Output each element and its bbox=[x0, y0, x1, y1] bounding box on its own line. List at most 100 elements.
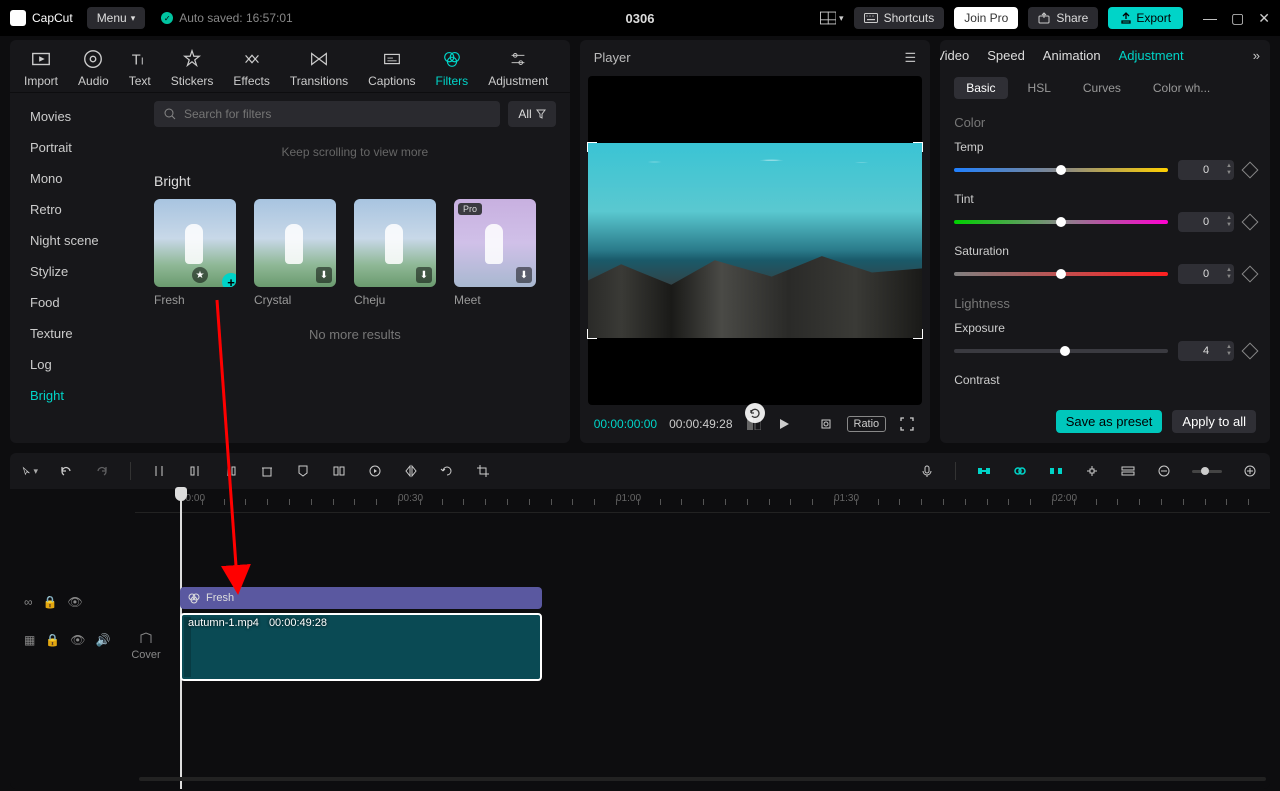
category-bright[interactable]: Bright bbox=[10, 380, 140, 411]
track-visible-icon[interactable]: 👁 bbox=[68, 595, 83, 609]
join-pro-button[interactable]: Join Pro bbox=[954, 7, 1018, 29]
mic-icon[interactable] bbox=[919, 463, 935, 479]
inspector-tab-adjustment[interactable]: Adjustment bbox=[1119, 48, 1184, 63]
redo-icon[interactable] bbox=[94, 463, 110, 479]
track-lock-icon[interactable]: 🔒 bbox=[45, 633, 60, 647]
track-link-icon[interactable]: ∞ bbox=[24, 595, 33, 609]
filter-meet[interactable]: Pro⬇ Meet bbox=[454, 199, 536, 307]
tab-audio[interactable]: Audio bbox=[78, 48, 109, 88]
video-preview[interactable] bbox=[588, 76, 923, 405]
delete-icon[interactable] bbox=[259, 463, 275, 479]
temp-slider[interactable] bbox=[954, 168, 1168, 172]
crop-icon[interactable] bbox=[817, 415, 835, 433]
menu-button[interactable]: Menu ▾ bbox=[87, 7, 146, 29]
category-movies[interactable]: Movies bbox=[10, 101, 140, 132]
search-box[interactable] bbox=[154, 101, 500, 127]
category-night-scene[interactable]: Night scene bbox=[10, 225, 140, 256]
fullscreen-icon[interactable] bbox=[898, 415, 916, 433]
freeze-icon[interactable] bbox=[331, 463, 347, 479]
subtab-curves[interactable]: Curves bbox=[1071, 77, 1133, 99]
preview-icon[interactable] bbox=[1048, 463, 1064, 479]
saturation-reset[interactable] bbox=[1242, 266, 1259, 283]
tint-slider[interactable] bbox=[954, 220, 1168, 224]
zoom-in-icon[interactable] bbox=[1242, 463, 1258, 479]
rotate-icon[interactable] bbox=[439, 463, 455, 479]
maximize-button[interactable]: ▢ bbox=[1231, 10, 1244, 27]
timeline-tracks[interactable]: 00:00 00:30 01:00 01:30 02:00 Fresh autu… bbox=[135, 489, 1270, 789]
tab-transitions[interactable]: Transitions bbox=[290, 48, 348, 88]
project-title[interactable]: 0306 bbox=[626, 11, 655, 26]
category-portrait[interactable]: Portrait bbox=[10, 132, 140, 163]
zoom-slider[interactable] bbox=[1192, 463, 1222, 479]
category-mono[interactable]: Mono bbox=[10, 163, 140, 194]
select-tool-icon[interactable]: ▾ bbox=[22, 463, 38, 479]
temp-reset[interactable] bbox=[1242, 162, 1259, 179]
split-icon[interactable] bbox=[151, 463, 167, 479]
category-texture[interactable]: Texture bbox=[10, 318, 140, 349]
mirror-icon[interactable] bbox=[403, 463, 419, 479]
filter-all-button[interactable]: All bbox=[508, 101, 555, 127]
tab-text[interactable]: TIText bbox=[129, 48, 151, 88]
exposure-value[interactable]: 4▲▼ bbox=[1178, 341, 1234, 361]
category-stylize[interactable]: Stylize bbox=[10, 256, 140, 287]
share-button[interactable]: Share bbox=[1028, 7, 1098, 29]
track-layout-icon[interactable]: ▦ bbox=[24, 633, 35, 647]
track-expand-icon[interactable] bbox=[1084, 463, 1100, 479]
exposure-slider[interactable] bbox=[954, 349, 1168, 353]
saturation-slider[interactable] bbox=[954, 272, 1168, 276]
subtab-hsl[interactable]: HSL bbox=[1016, 77, 1063, 99]
tab-adjustment[interactable]: Adjustment bbox=[488, 48, 548, 88]
filter-crystal[interactable]: ⬇ Crystal bbox=[254, 199, 336, 307]
play-button[interactable] bbox=[775, 415, 793, 433]
category-log[interactable]: Log bbox=[10, 349, 140, 380]
tab-stickers[interactable]: Stickers bbox=[171, 48, 214, 88]
tab-effects[interactable]: Effects bbox=[233, 48, 269, 88]
add-filter-button[interactable]: + bbox=[222, 273, 236, 287]
speed-icon[interactable] bbox=[367, 463, 383, 479]
subtab-basic[interactable]: Basic bbox=[954, 77, 1007, 99]
trim-left-icon[interactable] bbox=[187, 463, 203, 479]
export-button[interactable]: Export bbox=[1108, 7, 1183, 29]
download-icon[interactable]: ⬇ bbox=[516, 267, 532, 283]
filter-clip[interactable]: Fresh bbox=[180, 587, 542, 609]
tint-reset[interactable] bbox=[1242, 214, 1259, 231]
timeline-ruler[interactable]: 00:00 00:30 01:00 01:30 02:00 bbox=[135, 489, 1270, 513]
magnet-icon[interactable] bbox=[976, 463, 992, 479]
apply-all-button[interactable]: Apply to all bbox=[1172, 410, 1256, 433]
zoom-out-icon[interactable] bbox=[1156, 463, 1172, 479]
download-icon[interactable]: ⬇ bbox=[316, 267, 332, 283]
filter-cheju[interactable]: ⬇ Cheju bbox=[354, 199, 436, 307]
temp-value[interactable]: 0▲▼ bbox=[1178, 160, 1234, 180]
favorite-icon[interactable]: ★ bbox=[192, 267, 208, 283]
inspector-more-icon[interactable]: » bbox=[1253, 48, 1260, 63]
tab-import[interactable]: Import bbox=[24, 48, 58, 88]
track-lock-icon[interactable]: 🔒 bbox=[43, 595, 58, 609]
track-visible-icon[interactable]: 👁 bbox=[70, 633, 85, 647]
close-button[interactable]: ✕ bbox=[1258, 10, 1270, 27]
ratio-button[interactable]: Ratio bbox=[847, 416, 887, 432]
filter-fresh[interactable]: ★ + Fresh bbox=[154, 199, 236, 307]
tint-value[interactable]: 0▲▼ bbox=[1178, 212, 1234, 232]
trim-right-icon[interactable] bbox=[223, 463, 239, 479]
save-preset-button[interactable]: Save as preset bbox=[1056, 410, 1163, 433]
inspector-tab-animation[interactable]: Animation bbox=[1043, 48, 1101, 63]
download-icon[interactable]: ⬇ bbox=[416, 267, 432, 283]
category-food[interactable]: Food bbox=[10, 287, 140, 318]
crop-tool-icon[interactable] bbox=[475, 463, 491, 479]
subtab-color-wheel[interactable]: Color wh... bbox=[1141, 77, 1222, 99]
shortcuts-button[interactable]: Shortcuts bbox=[854, 7, 945, 29]
timeline-view-icon[interactable] bbox=[1120, 463, 1136, 479]
video-clip[interactable]: autumn-1.mp4 00:00:49:28 bbox=[180, 613, 542, 681]
marker-icon[interactable] bbox=[295, 463, 311, 479]
undo-icon[interactable] bbox=[58, 463, 74, 479]
refresh-icon[interactable] bbox=[745, 403, 765, 423]
track-mute-icon[interactable]: 🔊 bbox=[96, 633, 111, 647]
minimize-button[interactable]: — bbox=[1203, 10, 1217, 27]
search-input[interactable] bbox=[184, 107, 490, 121]
inspector-tab-video[interactable]: Video bbox=[940, 48, 969, 63]
layout-icon[interactable]: ▾ bbox=[820, 6, 844, 30]
timeline-scrollbar[interactable] bbox=[135, 777, 1270, 785]
tab-captions[interactable]: Captions bbox=[368, 48, 415, 88]
link-icon[interactable] bbox=[1012, 463, 1028, 479]
saturation-value[interactable]: 0▲▼ bbox=[1178, 264, 1234, 284]
